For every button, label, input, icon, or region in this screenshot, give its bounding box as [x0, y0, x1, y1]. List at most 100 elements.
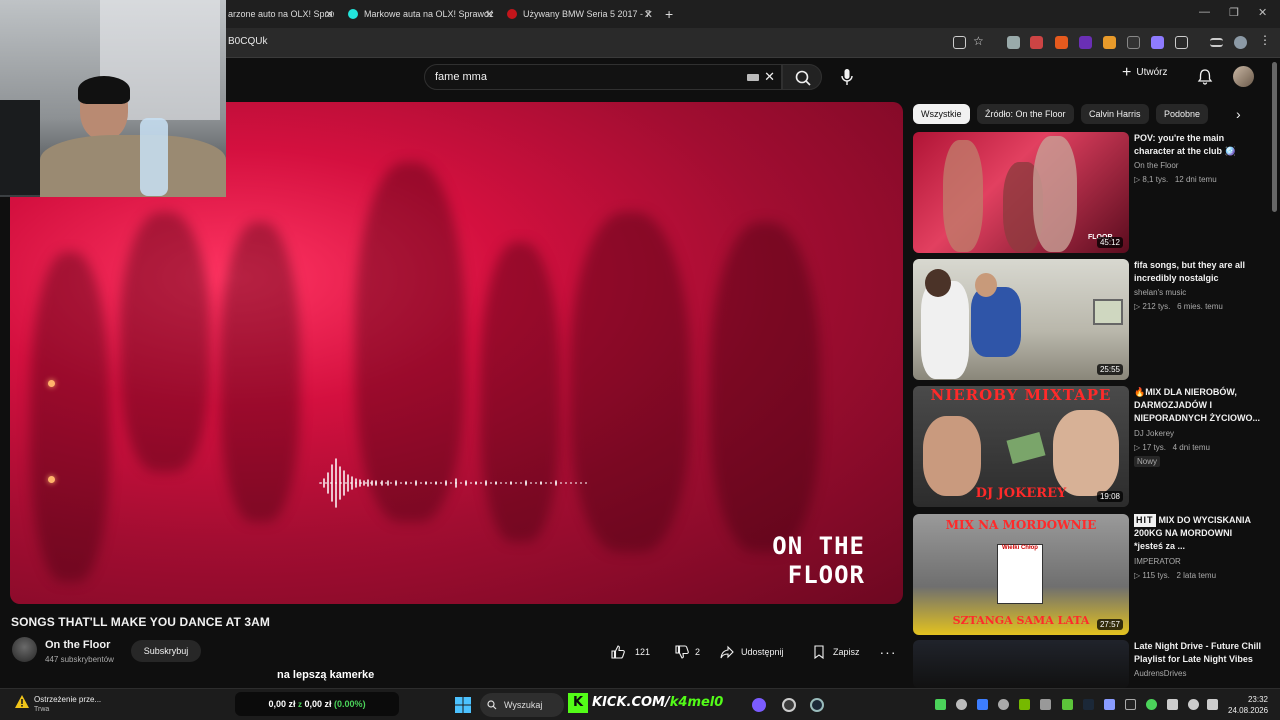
- keyboard-icon[interactable]: [747, 74, 759, 81]
- browser-tab[interactable]: Markowe auta na OLX! Sprawdź ✕: [348, 4, 494, 24]
- nvidia-icon[interactable]: [1019, 699, 1030, 710]
- tab-title: Używany BMW Seria 5 2017 - 7: [523, 9, 651, 19]
- search-icon: [487, 700, 497, 710]
- tray-icon[interactable]: [977, 699, 988, 710]
- minimize-icon[interactable]: —: [1199, 6, 1210, 18]
- recommendation-item[interactable]: 25:55 fifa songs, but they are all incre…: [913, 259, 1263, 380]
- video-thumbnail[interactable]: FLOOR 45:12: [913, 132, 1129, 253]
- thumb-caption-top: MIX NA MORDOWNIE: [945, 518, 1097, 532]
- extension-icon[interactable]: [1007, 36, 1020, 49]
- close-icon[interactable]: ✕: [325, 8, 334, 21]
- new-tab-button[interactable]: +: [665, 4, 679, 24]
- like-dislike-bar: 121 2: [604, 640, 700, 664]
- page-scrollbar[interactable]: [1272, 62, 1277, 212]
- price-ticker-widget[interactable]: 0,00 zł z 0,00 zł (0.00%): [235, 692, 399, 716]
- menu-dots-icon[interactable]: ⋮: [1259, 33, 1272, 47]
- taskbar-search[interactable]: Wyszukaj: [480, 693, 564, 717]
- more-actions-button[interactable]: ···: [876, 640, 900, 664]
- price-percent: (0.00%): [334, 699, 366, 709]
- thumbs-up-icon[interactable]: [610, 644, 625, 660]
- volume-icon[interactable]: [1207, 699, 1218, 710]
- tray-icon[interactable]: [1104, 699, 1115, 710]
- hit-label: HIT: [1134, 514, 1156, 527]
- tray-icon[interactable]: [1125, 699, 1136, 710]
- notifications-button[interactable]: [1196, 68, 1214, 91]
- share-button[interactable]: Udostępnij: [713, 640, 797, 664]
- chip-related[interactable]: Podobne: [1156, 104, 1209, 124]
- extension-icon[interactable]: [1127, 36, 1140, 49]
- recommendation-item[interactable]: Late Night Drive - Future Chill Playlist…: [913, 640, 1263, 688]
- network-icon[interactable]: [1188, 699, 1199, 710]
- recommendation-title[interactable]: Late Night Drive - Future Chill Playlist…: [1134, 640, 1262, 666]
- search-button[interactable]: [782, 64, 822, 90]
- tray-icon[interactable]: [935, 699, 946, 710]
- warning-subtitle: Trwa: [34, 706, 50, 713]
- extension-icon[interactable]: [1055, 36, 1068, 49]
- clear-search-icon[interactable]: ✕: [764, 69, 775, 85]
- tray-icon[interactable]: [998, 699, 1009, 710]
- like-count[interactable]: 121: [635, 647, 650, 657]
- save-button[interactable]: Zapisz: [805, 640, 867, 664]
- recommendation-title[interactable]: fifa songs, but they are all incredibly …: [1134, 259, 1262, 285]
- bookmark-star-icon[interactable]: ☆: [973, 34, 986, 48]
- channel-name[interactable]: On the Floor: [45, 639, 110, 651]
- recommendation-item[interactable]: FLOOR 45:12 POV: you're the main charact…: [913, 132, 1263, 253]
- account-avatar[interactable]: [1233, 66, 1254, 87]
- close-window-icon[interactable]: ✕: [1258, 6, 1267, 19]
- recommendation-title[interactable]: POV: you're the main character at the cl…: [1134, 132, 1262, 158]
- warning-icon[interactable]: [14, 694, 30, 710]
- chip-calvin-harris[interactable]: Calvin Harris: [1081, 104, 1149, 124]
- extension-icon[interactable]: [1103, 36, 1116, 49]
- tray-icon[interactable]: [956, 699, 967, 710]
- warning-title[interactable]: Ostrzeżenie prze...: [34, 695, 101, 704]
- duration-badge: 25:55: [1096, 364, 1123, 375]
- tray-icon[interactable]: [1062, 699, 1073, 710]
- search-icon: [795, 70, 811, 86]
- subscribe-button[interactable]: Subskrybuj: [131, 640, 201, 662]
- restore-icon[interactable]: ❐: [1229, 6, 1239, 19]
- close-icon[interactable]: ✕: [485, 8, 494, 21]
- url-field[interactable]: B0CQUk: [228, 36, 267, 47]
- reading-list-icon[interactable]: [1210, 38, 1223, 47]
- voice-search-button[interactable]: [834, 64, 860, 90]
- microphone-tray-icon[interactable]: [1146, 699, 1157, 710]
- extension-icon[interactable]: [1151, 36, 1164, 49]
- extension-icon[interactable]: [1030, 36, 1043, 49]
- profile-icon[interactable]: [1234, 36, 1247, 49]
- recommendation-title[interactable]: HIT MIX DO WYCISKANIA 200KG NA MORDOWNI *…: [1134, 514, 1262, 553]
- browser-tab[interactable]: arzone auto na OLX! Spraw ✕: [228, 4, 334, 24]
- chevron-right-icon[interactable]: ›: [1236, 106, 1241, 122]
- video-thumbnail[interactable]: 25:55: [913, 259, 1129, 380]
- tray-icon[interactable]: [1167, 699, 1178, 710]
- browser-tab[interactable]: Używany BMW Seria 5 2017 - 7 ✕: [507, 4, 653, 24]
- thumb-figure: [1033, 136, 1077, 252]
- recommendation-channel[interactable]: On the Floor: [1134, 161, 1178, 170]
- taskbar-clock[interactable]: 23:32 24.08.2026: [1228, 694, 1268, 716]
- channel-avatar[interactable]: [12, 637, 37, 662]
- chip-all[interactable]: Wszystkie: [913, 104, 970, 124]
- steam-tray-icon[interactable]: [1083, 699, 1094, 710]
- install-app-icon[interactable]: [953, 36, 966, 49]
- app-icon[interactable]: [782, 698, 796, 712]
- recommendation-channel[interactable]: IMPERATOR: [1134, 557, 1181, 566]
- steam-icon[interactable]: [810, 698, 824, 712]
- recommendation-item[interactable]: NIEROBY MIXTAPE DJ JOKEREY 19:08 🔥MIX DL…: [913, 386, 1263, 507]
- recommendation-channel[interactable]: AudrensDrives: [1134, 669, 1186, 678]
- tray-icon[interactable]: [1040, 699, 1051, 710]
- recommendation-item[interactable]: MIX NA MORDOWNIE Wielki Chłop SZTANGA SA…: [913, 514, 1263, 635]
- chip-source[interactable]: Źródło: On the Floor: [977, 104, 1074, 124]
- windows-start-icon[interactable]: [455, 697, 471, 713]
- app-icon[interactable]: [752, 698, 766, 712]
- extensions-puzzle-icon[interactable]: [1175, 36, 1188, 49]
- create-button[interactable]: + Utwórz: [1122, 64, 1167, 80]
- extension-icon[interactable]: [1079, 36, 1092, 49]
- video-thumbnail[interactable]: MIX NA MORDOWNIE Wielki Chłop SZTANGA SA…: [913, 514, 1129, 635]
- thumbs-down-icon[interactable]: [674, 644, 689, 660]
- recommendation-channel[interactable]: DJ Jokerey: [1134, 429, 1174, 438]
- search-input[interactable]: fame mma ✕: [424, 64, 782, 90]
- close-icon[interactable]: ✕: [644, 8, 653, 21]
- video-thumbnail[interactable]: [913, 640, 1129, 688]
- recommendation-channel[interactable]: shelan's music: [1134, 288, 1186, 297]
- video-thumbnail[interactable]: NIEROBY MIXTAPE DJ JOKEREY 19:08: [913, 386, 1129, 507]
- recommendation-title[interactable]: 🔥MIX DLA NIEROBÓW, DARMOZJADÓW I NIEPORA…: [1134, 386, 1262, 425]
